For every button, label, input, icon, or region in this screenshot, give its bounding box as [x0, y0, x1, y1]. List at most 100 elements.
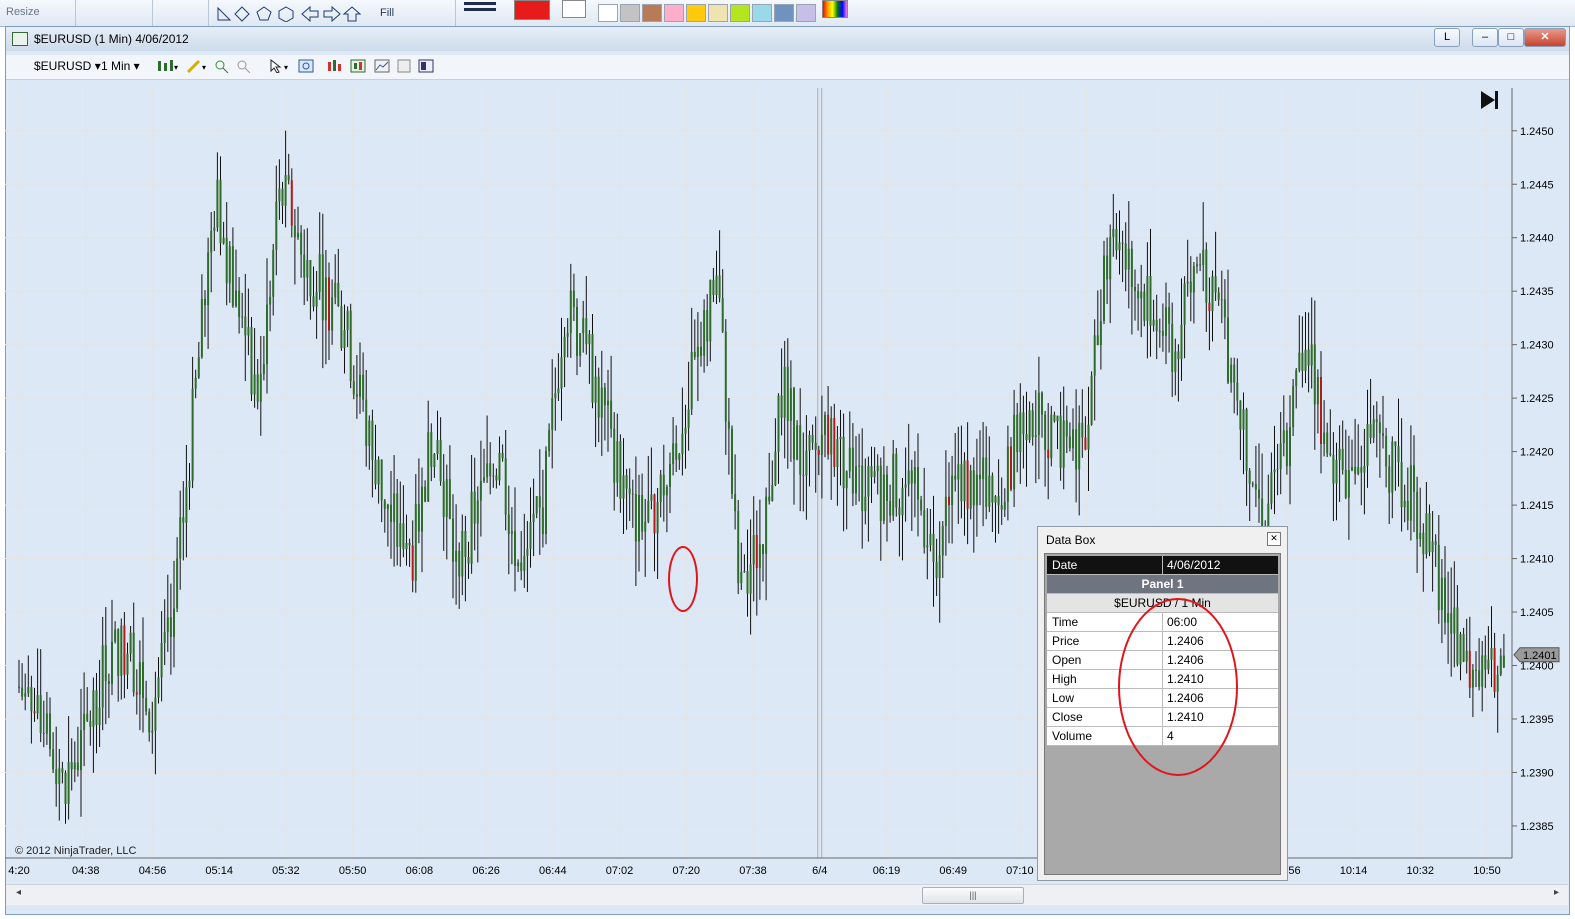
- minimize-button[interactable]: –: [1472, 28, 1498, 47]
- drawing-tools-icon[interactable]: ▾: [186, 59, 210, 73]
- price-bar: [1388, 454, 1391, 524]
- price-bar: [501, 444, 504, 462]
- price-bar: [123, 612, 126, 699]
- bar-type-icon[interactable]: ▾: [156, 59, 180, 73]
- palette-swatch[interactable]: [752, 4, 772, 22]
- price-bar: [932, 495, 935, 607]
- price-bar: [830, 406, 833, 500]
- palette-swatch[interactable]: [598, 4, 618, 22]
- price-bar: [644, 498, 647, 577]
- chart-properties-icon[interactable]: [374, 59, 390, 73]
- price-bar: [901, 478, 904, 561]
- price-bar: [476, 486, 479, 563]
- price-bar: [982, 422, 985, 527]
- price-bar: [926, 508, 929, 580]
- price-tick-label: 1.2410: [1520, 554, 1554, 566]
- price-chart[interactable]: 1.2450 1.2445 1.2440 1.2435 1.2430 1.2425 1.24…: [5, 88, 1570, 888]
- price-bar: [526, 521, 529, 592]
- scroll-thumb[interactable]: |||: [922, 887, 1024, 904]
- price-bar: [746, 529, 749, 617]
- price-bar: [393, 455, 396, 567]
- price-bar: [873, 447, 876, 484]
- price-bar: [390, 470, 392, 559]
- cursor-icon[interactable]: ▾: [268, 59, 292, 73]
- time-tick-label: 07:20: [673, 865, 701, 877]
- price-bar: [1165, 282, 1167, 365]
- price-bar: [1444, 546, 1446, 635]
- palette-swatch[interactable]: [796, 4, 816, 22]
- price-bar: [889, 484, 892, 523]
- instrument-selector[interactable]: $EURUSD ▾: [34, 59, 101, 73]
- color-2-swatch[interactable]: [562, 0, 586, 18]
- price-bar: [1422, 523, 1425, 592]
- price-bar: [1099, 289, 1102, 370]
- price-bar: [1372, 405, 1375, 444]
- scroll-left-arrow[interactable]: ◂: [16, 887, 21, 898]
- price-bar: [641, 473, 644, 540]
- price-bar: [1103, 240, 1105, 325]
- palette-swatch[interactable]: [664, 4, 684, 22]
- resize-button[interactable]: Resize: [6, 6, 40, 18]
- price-bar: [1214, 231, 1217, 301]
- palette-swatch[interactable]: [774, 4, 794, 22]
- price-bar: [774, 418, 777, 487]
- strategies-icon[interactable]: [350, 59, 366, 73]
- zoom-out-icon[interactable]: [236, 59, 252, 73]
- data-box-icon[interactable]: [298, 59, 314, 73]
- price-tick-label: 1.2435: [1520, 286, 1554, 298]
- current-price-label: 1.2401: [1523, 650, 1557, 662]
- zoom-in-icon[interactable]: [214, 59, 230, 73]
- price-bar: [272, 243, 275, 316]
- price-bar: [569, 263, 572, 358]
- price-bar: [1397, 398, 1400, 487]
- horizontal-scrollbar[interactable]: ◂ ||| ▸: [6, 884, 1568, 905]
- price-bar: [160, 611, 163, 702]
- price-bar: [1134, 269, 1136, 321]
- close-button[interactable]: ✕: [1524, 28, 1566, 47]
- price-bar: [1419, 487, 1422, 547]
- data-box-panel-row: Panel 1: [1047, 575, 1278, 594]
- line-size-icon[interactable]: [464, 2, 496, 14]
- price-bar: [281, 181, 284, 224]
- price-bar: [771, 460, 774, 502]
- price-bar: [197, 341, 200, 379]
- price-bar: [439, 417, 442, 486]
- shapes-gallery[interactable]: [216, 4, 366, 22]
- palette-swatch[interactable]: [642, 4, 662, 22]
- price-bar: [969, 464, 972, 520]
- price-bar: [312, 266, 315, 312]
- price-bar: [634, 456, 637, 587]
- price-bar: [1378, 414, 1381, 478]
- price-bar: [1475, 651, 1477, 688]
- palette-swatch[interactable]: [686, 4, 706, 22]
- chart-trader-icon[interactable]: [418, 59, 434, 73]
- interval-selector[interactable]: 1 Min ▾: [101, 59, 140, 73]
- price-bar: [1217, 287, 1220, 306]
- fill-dropdown[interactable]: Fill: [380, 7, 394, 19]
- price-bar: [979, 430, 981, 506]
- price-bar: [517, 559, 520, 572]
- link-button[interactable]: L: [1434, 28, 1460, 47]
- maximize-button[interactable]: □: [1498, 28, 1524, 47]
- price-bar: [1453, 561, 1456, 668]
- title-bar[interactable]: $EURUSD (1 Min) 4/06/2012 L – □ ✕: [6, 27, 1569, 51]
- scroll-right-arrow[interactable]: ▸: [1554, 887, 1559, 898]
- skip-to-end-icon[interactable]: [1481, 91, 1498, 109]
- color-1-swatch[interactable]: [514, 0, 550, 20]
- price-bar: [138, 640, 141, 731]
- price-bar: [80, 688, 82, 817]
- price-bar: [870, 446, 873, 503]
- price-bar: [275, 165, 278, 276]
- data-box-close-button[interactable]: ✕: [1267, 532, 1281, 546]
- time-tick-label: 07:38: [739, 865, 767, 877]
- price-bar: [83, 672, 86, 767]
- edit-colors-icon[interactable]: [822, 0, 848, 18]
- snapshot-icon[interactable]: [396, 59, 412, 73]
- palette-swatch[interactable]: [730, 4, 750, 22]
- price-bar: [377, 456, 380, 504]
- palette-swatch[interactable]: [620, 4, 640, 22]
- indicators-icon[interactable]: [326, 59, 342, 73]
- palette-swatch[interactable]: [708, 4, 728, 22]
- price-bar: [842, 413, 845, 532]
- price-bar: [337, 248, 340, 307]
